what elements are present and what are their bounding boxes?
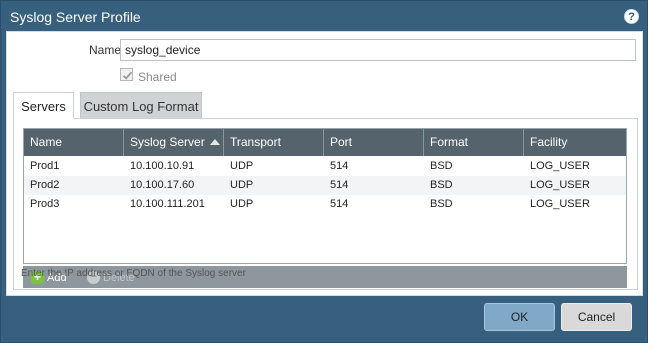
cell-port: 514	[330, 179, 349, 191]
servers-table: Name Syslog Server Transport Port Format…	[23, 128, 627, 264]
table-row[interactable]: Prod3 10.100.111.201 UDP 514 BSD LOG_USE…	[24, 195, 626, 214]
dialog-body: Name Shared Servers Custom Log Format Na…	[6, 31, 643, 296]
cell-format: BSD	[430, 198, 453, 210]
shared-checkbox[interactable]	[120, 68, 133, 81]
cell-facility: LOG_USER	[530, 198, 590, 210]
dialog-titlebar: Syslog Server Profile ?	[1, 1, 647, 31]
cell-format: BSD	[430, 160, 453, 172]
cell-transport: UDP	[230, 198, 254, 210]
table-row[interactable]: Prod2 10.100.17.60 UDP 514 BSD LOG_USER	[24, 176, 626, 195]
syslog-server-profile-dialog: Syslog Server Profile ? Name Shared Serv…	[0, 0, 648, 343]
shared-label: Shared	[138, 70, 177, 84]
column-header-format[interactable]: Format	[424, 129, 524, 156]
name-input[interactable]	[120, 39, 636, 61]
cell-format: BSD	[430, 179, 453, 191]
cell-name: Prod1	[30, 160, 60, 172]
table-header: Name Syslog Server Transport Port Format…	[24, 129, 626, 156]
ok-button[interactable]: OK	[484, 303, 555, 331]
sort-ascending-icon	[209, 139, 220, 145]
dialog-title: Syslog Server Profile	[10, 9, 141, 25]
tab-servers[interactable]: Servers	[13, 92, 74, 119]
cell-port: 514	[330, 160, 349, 172]
column-header-port[interactable]: Port	[324, 129, 424, 156]
column-header-name[interactable]: Name	[24, 129, 124, 156]
servers-tab-panel: Name Syslog Server Transport Port Format…	[13, 118, 638, 290]
cell-facility: LOG_USER	[530, 160, 590, 172]
cancel-button[interactable]: Cancel	[561, 303, 632, 331]
cell-port: 514	[330, 198, 349, 210]
cell-transport: UDP	[230, 160, 254, 172]
name-label: Name	[89, 43, 122, 57]
cell-syslog-server: 10.100.17.60	[130, 179, 195, 191]
hint-text: Enter the IP address or FQDN of the Sysl…	[21, 268, 246, 279]
help-icon[interactable]: ?	[624, 9, 639, 24]
column-header-syslog-server[interactable]: Syslog Server	[124, 129, 224, 156]
tab-custom-log-format[interactable]: Custom Log Format	[80, 92, 202, 119]
column-header-transport[interactable]: Transport	[224, 129, 324, 156]
cell-syslog-server: 10.100.10.91	[130, 160, 195, 172]
cell-facility: LOG_USER	[530, 179, 590, 191]
cell-transport: UDP	[230, 179, 254, 191]
cell-name: Prod2	[30, 179, 60, 191]
cell-name: Prod3	[30, 198, 60, 210]
table-row[interactable]: Prod1 10.100.10.91 UDP 514 BSD LOG_USER	[24, 157, 626, 176]
checkmark-icon	[122, 71, 133, 80]
cell-syslog-server: 10.100.111.201	[130, 198, 205, 210]
column-header-facility[interactable]: Facility	[524, 129, 626, 156]
column-header-syslog-server-label: Syslog Server	[130, 135, 205, 149]
